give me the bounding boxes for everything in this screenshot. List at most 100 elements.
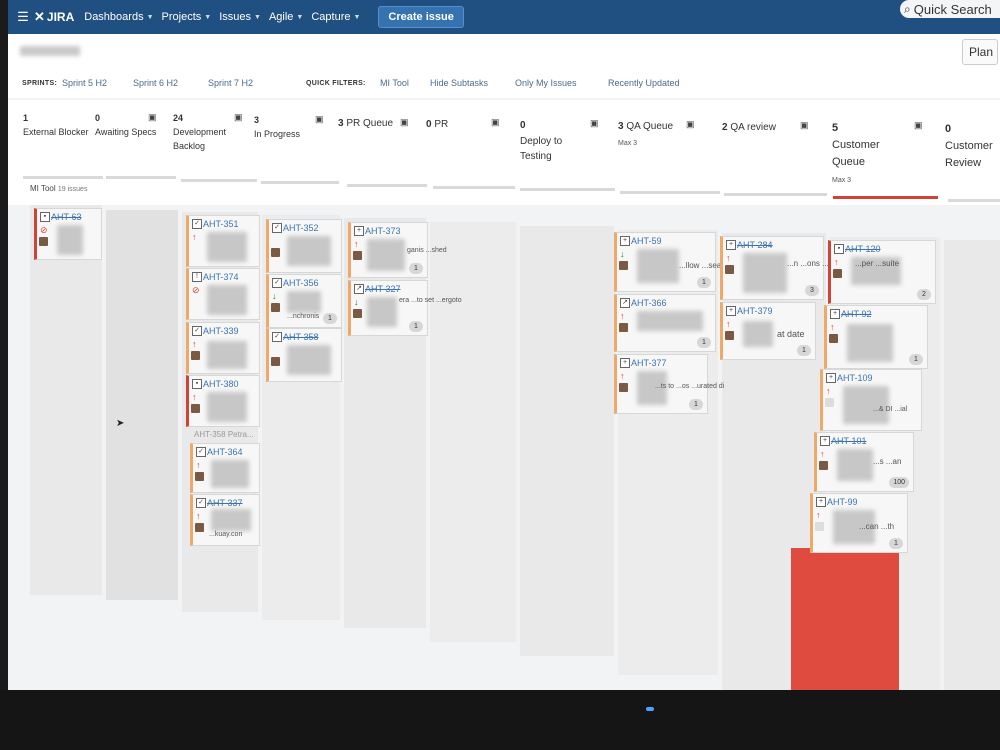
- issue-card[interactable]: ✓ AHT-352: [266, 219, 342, 273]
- issue-key[interactable]: AHT-380: [203, 379, 239, 389]
- column-underline: [520, 188, 615, 191]
- issue-card[interactable]: ↗ AHT-366 ↑ 1: [614, 294, 716, 352]
- quick-filter-hide-subtasks[interactable]: Hide Subtasks: [430, 78, 488, 88]
- quick-filter-recently-updated[interactable]: Recently Updated: [608, 78, 680, 88]
- column-name: In Progress: [254, 128, 301, 139]
- issue-key[interactable]: AHT-339: [203, 326, 239, 336]
- printer-icon[interactable]: ▣: [148, 112, 157, 123]
- quick-filter-mi-tool[interactable]: MI Tool: [380, 78, 409, 88]
- printer-icon[interactable]: ▣: [590, 118, 599, 129]
- issue-key[interactable]: AHT-109: [837, 373, 873, 383]
- column-header-pr-queue: 3 PR Queue: [338, 116, 408, 132]
- create-issue-button[interactable]: Create issue: [378, 6, 464, 28]
- issue-card[interactable]: ▪ AHT-120 ↑ ...per ...suite 2: [828, 240, 936, 304]
- chevron-down-icon: ▼: [254, 13, 261, 21]
- issue-key[interactable]: AHT-351: [203, 219, 239, 229]
- issue-card[interactable]: + AHT-377 ↑ ...ts to ...os ...urated di …: [614, 354, 724, 414]
- issue-key[interactable]: AHT-120: [845, 244, 881, 254]
- issue-key[interactable]: AHT-337: [207, 498, 243, 508]
- quick-search-input[interactable]: ⌕ Quick Search: [900, 0, 1000, 18]
- issue-card[interactable]: ! AHT-374 ⊘: [186, 268, 260, 320]
- column-count: 24: [173, 113, 184, 123]
- board-subheader: Plan: [8, 34, 1000, 73]
- issue-key[interactable]: AHT-59: [631, 236, 662, 246]
- issue-key[interactable]: AHT-101: [831, 436, 867, 446]
- issue-summary: era ...to set ...ergoto: [399, 297, 462, 304]
- issue-card[interactable]: ✓ AHT-337 ↑ ...kuay.con: [190, 494, 260, 546]
- monitor-bezel: [0, 690, 1000, 750]
- priority-down-icon: ↓: [354, 297, 359, 307]
- avatar: [353, 309, 362, 318]
- printer-icon[interactable]: ▣: [491, 117, 500, 128]
- sprint-filter-6[interactable]: Sprint 6 H2: [133, 78, 178, 88]
- issue-key[interactable]: AHT-358: [283, 332, 319, 342]
- column-header-customer-queue: 5 Customer Queue Max 3: [832, 120, 902, 188]
- column-name: Deploy to Testing: [520, 135, 563, 163]
- printer-icon[interactable]: ▣: [800, 120, 809, 131]
- issue-card[interactable]: + AHT-101 ↑ ...s ...an 100: [814, 432, 914, 492]
- bug-type-icon: ▪: [40, 212, 50, 222]
- nav-projects[interactable]: Projects ▼: [162, 11, 212, 23]
- avatar: [619, 323, 628, 332]
- nav-issues[interactable]: Issues ▼: [219, 11, 261, 23]
- printer-icon[interactable]: ▣: [315, 114, 324, 125]
- issue-card[interactable]: ✓ AHT-356 ↓ ...nchronis 1: [266, 274, 342, 328]
- column-name: QA review: [730, 122, 776, 133]
- issue-key[interactable]: AHT-373: [365, 226, 401, 236]
- subtask-count-badge: 1: [797, 345, 811, 356]
- column-underline: [620, 191, 720, 194]
- issue-card[interactable]: + AHT-92 ↑ 1: [824, 305, 928, 369]
- jira-logo[interactable]: ✕ JIRA: [34, 9, 74, 25]
- issue-card[interactable]: + AHT-59 ↓ ...llow ...searches 1: [614, 232, 741, 292]
- issue-card[interactable]: ✓ AHT-351 ↑: [186, 215, 260, 267]
- sprint-filter-7[interactable]: Sprint 7 H2: [208, 78, 253, 88]
- issue-key[interactable]: AHT-379: [737, 306, 773, 316]
- nav-capture[interactable]: Capture ▼: [311, 11, 360, 23]
- quick-filter-only-my-issues[interactable]: Only My Issues: [515, 78, 577, 88]
- issue-key[interactable]: AHT-63: [51, 212, 82, 222]
- issue-key[interactable]: AHT-364: [207, 447, 243, 457]
- avatar-placeholder: [815, 522, 824, 531]
- board-column-deploy-to-testing: [520, 226, 614, 656]
- issue-key[interactable]: AHT-284: [737, 240, 773, 250]
- printer-icon[interactable]: ▣: [234, 112, 243, 123]
- avatar: [191, 351, 200, 360]
- issue-key[interactable]: AHT-327: [365, 284, 401, 294]
- issue-card[interactable]: ✓ AHT-364 ↑: [190, 443, 260, 493]
- sprint-filter-5[interactable]: Sprint 5 H2: [62, 78, 107, 88]
- nav-agile[interactable]: Agile ▼: [269, 11, 303, 23]
- issue-key[interactable]: AHT-99: [827, 497, 858, 507]
- plan-button[interactable]: Plan: [962, 39, 998, 65]
- issue-card[interactable]: + AHT-373 ↑ ganis ...shed 1: [348, 222, 447, 278]
- swimlane-header[interactable]: MI Tool 19 issues: [30, 184, 87, 193]
- issue-key[interactable]: AHT-356: [283, 278, 319, 288]
- task-type-icon: ✓: [192, 219, 202, 229]
- issue-card[interactable]: + AHT-99 ↑ ...can ...th 1: [810, 493, 908, 553]
- issue-key[interactable]: AHT-377: [631, 358, 667, 368]
- issue-card[interactable]: ↗ AHT-327 ↓ era ...to set ...ergoto 1: [348, 280, 462, 336]
- app-menu-icon[interactable]: ☰: [12, 9, 34, 25]
- avatar: [819, 461, 828, 470]
- nav-dashboards[interactable]: Dashboards ▼: [84, 11, 153, 23]
- nav-issues-label: Issues: [219, 11, 251, 23]
- issue-key[interactable]: AHT-92: [841, 309, 872, 319]
- issue-card[interactable]: + AHT-284 ↑ ...n ...ons ...ation 3: [720, 236, 846, 300]
- issue-card-collapsed[interactable]: AHT-358 Petra...: [194, 430, 254, 439]
- printer-icon[interactable]: ▣: [914, 120, 923, 131]
- issue-key[interactable]: AHT-352: [283, 223, 319, 233]
- issue-card[interactable]: ▪ AHT-63 ⊘: [34, 208, 102, 260]
- column-name: Customer Review: [945, 140, 993, 170]
- issue-key[interactable]: AHT-366: [631, 298, 667, 308]
- issue-key[interactable]: AHT-374: [203, 272, 239, 282]
- issue-card[interactable]: + AHT-109 ↑ ...& DI ...ial: [820, 369, 922, 431]
- issue-card[interactable]: ▪ AHT-380 ↑: [186, 375, 260, 427]
- issue-card[interactable]: + AHT-379 ↑ at date 1: [720, 302, 816, 360]
- issue-summary: Petra...: [227, 430, 254, 439]
- issue-summary: at date: [777, 329, 805, 339]
- printer-icon[interactable]: ▣: [686, 119, 695, 130]
- issue-summary: ...nchronis: [287, 313, 320, 320]
- printer-icon[interactable]: ▣: [400, 117, 409, 128]
- issue-card[interactable]: ✓ AHT-339 ↑: [186, 322, 260, 374]
- avatar: [39, 237, 48, 246]
- issue-card[interactable]: ✓ AHT-358: [266, 328, 342, 382]
